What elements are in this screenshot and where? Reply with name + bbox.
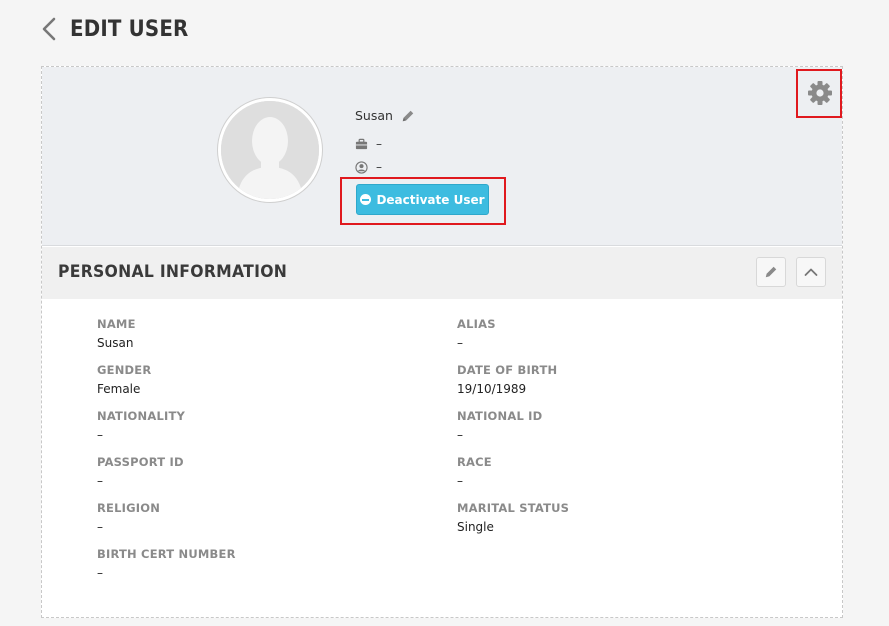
field-label: MARITAL STATUS xyxy=(457,501,570,515)
field-value: – xyxy=(97,474,103,488)
field-value: Female xyxy=(97,382,141,396)
field-race: RACE – xyxy=(457,455,757,488)
field-date-of-birth: DATE OF BIRTH 19/10/1989 xyxy=(457,363,757,396)
profile-name-row: Susan xyxy=(355,108,415,123)
field-national-id: NATIONAL ID – xyxy=(457,409,757,442)
profile-user-row: – xyxy=(355,160,382,174)
field-label: RELIGION xyxy=(97,501,161,515)
field-name: NAME Susan xyxy=(97,317,397,350)
field-label: GENDER xyxy=(97,363,152,377)
page-title: EDIT USER xyxy=(70,16,189,42)
field-label: PASSPORT ID xyxy=(97,455,184,469)
field-gender: GENDER Female xyxy=(97,363,397,396)
field-label: NAME xyxy=(97,317,136,331)
collapse-section-button[interactable] xyxy=(796,257,826,287)
pencil-icon[interactable] xyxy=(401,109,415,123)
field-birth-cert-number: BIRTH CERT NUMBER – xyxy=(97,547,397,580)
field-label: NATIONAL ID xyxy=(457,409,543,423)
field-value: – xyxy=(97,520,103,534)
chevron-up-icon xyxy=(804,268,818,276)
chevron-left-icon xyxy=(42,17,56,41)
profile-job-row: – xyxy=(355,137,382,151)
briefcase-icon xyxy=(355,138,368,149)
field-value: – xyxy=(97,566,103,580)
field-nationality: NATIONALITY – xyxy=(97,409,397,442)
field-value: – xyxy=(457,336,463,350)
user-circle-icon xyxy=(355,160,368,174)
field-religion: RELIGION – xyxy=(97,501,397,534)
field-label: ALIAS xyxy=(457,317,496,331)
profile-user-value: – xyxy=(376,160,382,174)
field-value: – xyxy=(97,428,103,442)
field-alias: ALIAS – xyxy=(457,317,757,350)
field-label: BIRTH CERT NUMBER xyxy=(97,547,236,561)
pencil-icon xyxy=(765,266,777,278)
field-label: RACE xyxy=(457,455,492,469)
gear-icon xyxy=(808,81,832,105)
field-marital-status: MARITAL STATUS Single xyxy=(457,501,757,534)
field-label: NATIONALITY xyxy=(97,409,186,423)
field-label: DATE OF BIRTH xyxy=(457,363,558,377)
user-silhouette-icon xyxy=(221,101,319,199)
personal-information-header: PERSONAL INFORMATION xyxy=(42,247,842,299)
section-title: PERSONAL INFORMATION xyxy=(58,262,288,282)
field-value: – xyxy=(457,428,463,442)
field-value: – xyxy=(457,474,463,488)
edit-section-button[interactable] xyxy=(756,257,786,287)
field-value: Single xyxy=(457,520,494,534)
field-value: Susan xyxy=(97,336,134,350)
field-value: 19/10/1989 xyxy=(457,382,527,396)
back-button[interactable] xyxy=(38,13,60,45)
profile-job-value: – xyxy=(376,137,382,151)
field-passport-id: PASSPORT ID – xyxy=(97,455,397,488)
avatar xyxy=(218,98,322,202)
deactivate-user-button[interactable]: Deactivate User xyxy=(356,184,489,215)
deactivate-user-label: Deactivate User xyxy=(376,192,485,207)
user-card: Susan – – Deactivate User PERSONAL INFOR… xyxy=(41,66,843,618)
page-header: EDIT USER xyxy=(38,12,202,46)
profile-name: Susan xyxy=(355,108,393,123)
profile-panel: Susan – – Deactivate User xyxy=(42,67,842,246)
settings-button[interactable] xyxy=(806,79,834,107)
minus-circle-icon xyxy=(360,194,372,205)
